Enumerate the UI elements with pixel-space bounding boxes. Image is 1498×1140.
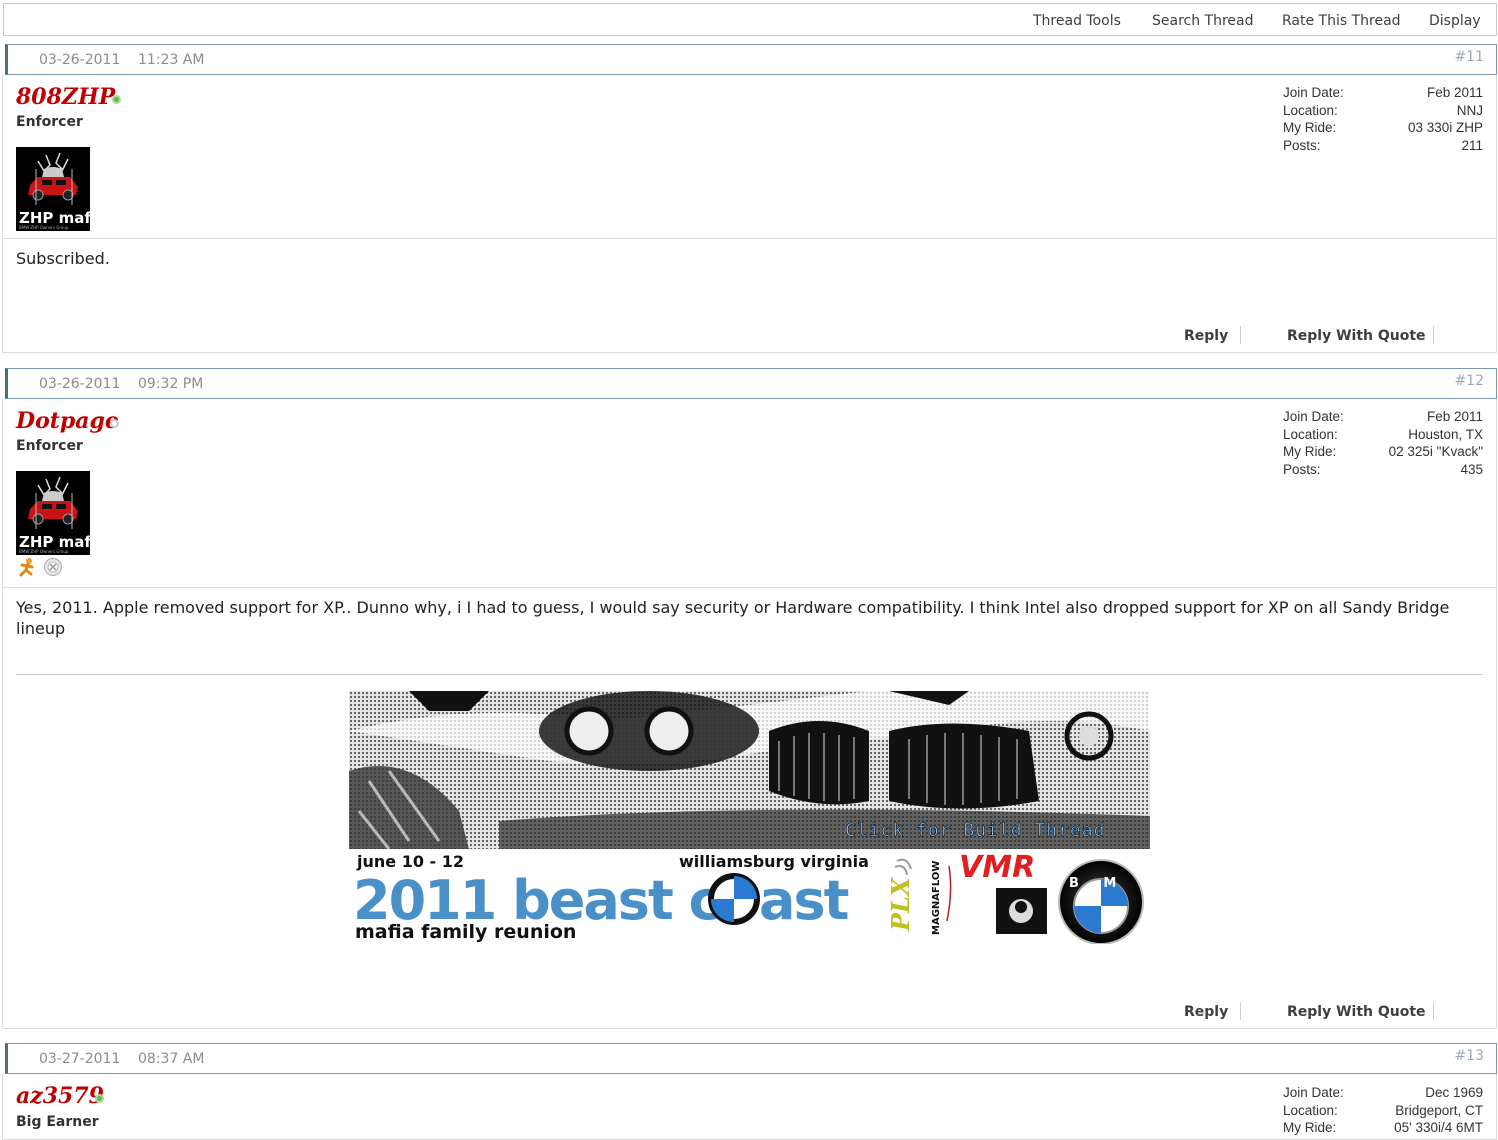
posts-value: 435 bbox=[1460, 461, 1483, 477]
user-avatar[interactable]: ZHP mafia BMW ZHP Owners Group bbox=[16, 471, 90, 555]
zhp-mafia-logo-icon: ZHP mafia BMW ZHP Owners Group bbox=[16, 147, 90, 231]
user-title: Big Earner bbox=[16, 1114, 99, 1130]
aim-icon[interactable] bbox=[17, 557, 37, 577]
event-title-suffix-text: ast bbox=[759, 869, 849, 932]
join-date-label: Join Date: bbox=[1283, 1085, 1344, 1100]
signature-banner[interactable]: Click for Build Thread june 10 - 12 will… bbox=[349, 691, 1150, 944]
signature-divider bbox=[16, 674, 1483, 675]
join-date-value: Feb 2011 bbox=[1426, 85, 1483, 100]
online-status-icon bbox=[95, 1094, 104, 1103]
join-date-label: Join Date: bbox=[1283, 409, 1344, 424]
button-separator bbox=[1433, 1002, 1434, 1020]
location-label: Location: bbox=[1283, 102, 1338, 118]
user-avatar[interactable]: ZHP mafia BMW ZHP Owners Group bbox=[16, 147, 90, 231]
button-separator bbox=[1240, 326, 1241, 344]
reply-with-quote-button[interactable]: Reply With Quote bbox=[1287, 328, 1426, 344]
my-ride-label: My Ride: bbox=[1283, 1120, 1337, 1135]
button-separator bbox=[1433, 326, 1434, 344]
magnaflow-sponsor-text: MAGNAFLOW bbox=[931, 861, 942, 935]
user-info: Join Date: Feb 2011 Location: NNJ My Ride:… bbox=[1283, 84, 1483, 154]
posts-value: 211 bbox=[1461, 137, 1483, 153]
my-ride-value: 05' 330i/4 6MT bbox=[1394, 1120, 1483, 1135]
post-divider bbox=[2, 238, 1497, 239]
reply-button[interactable]: Reply bbox=[1184, 1004, 1228, 1020]
my-ride-value: 03 330i ZHP bbox=[1407, 120, 1483, 135]
click-for-build-thread-text: Click for Build Thread bbox=[845, 820, 1105, 841]
zhp-mafia-logo-icon: ZHP mafia BMW ZHP Owners Group bbox=[16, 471, 90, 555]
user-info: Join Date: Feb 2011 Location: Houston, TX … bbox=[1283, 408, 1483, 478]
posts-label: Posts: bbox=[1283, 461, 1321, 477]
post-body bbox=[2, 1074, 1497, 1140]
location-value: Bridgeport, CT bbox=[1395, 1102, 1483, 1118]
join-date-label: Join Date: bbox=[1283, 85, 1344, 100]
post-header: 03-26-2011 09:32 PM #12 bbox=[5, 368, 1497, 399]
avatar-tag-text: BMW ZHP Owners Group bbox=[19, 549, 69, 554]
user-title: Enforcer bbox=[16, 438, 83, 454]
post-header: 03-26-2011 11:23 AM #11 bbox=[5, 44, 1497, 75]
post-date: 03-26-2011 bbox=[39, 376, 121, 392]
signature-image: Click for Build Thread june 10 - 12 will… bbox=[349, 691, 1150, 944]
button-separator bbox=[1240, 1002, 1241, 1020]
post-time: 09:32 PM bbox=[138, 376, 204, 392]
online-status-icon bbox=[112, 95, 121, 104]
offline-status-icon bbox=[110, 419, 119, 428]
post-number-link[interactable]: #13 bbox=[1454, 1048, 1484, 1064]
location-label: Location: bbox=[1283, 426, 1338, 442]
my-ride-label: My Ride: bbox=[1283, 120, 1337, 135]
post-message: Yes, 2011. Apple removed support for XP.… bbox=[16, 598, 1450, 638]
my-ride-label: My Ride: bbox=[1283, 444, 1337, 459]
location-label: Location: bbox=[1283, 1102, 1338, 1118]
post-number-link[interactable]: #11 bbox=[1454, 49, 1484, 65]
reply-button[interactable]: Reply bbox=[1184, 328, 1228, 344]
msn-icon[interactable] bbox=[42, 557, 64, 577]
join-date-value: Feb 2011 bbox=[1426, 409, 1483, 424]
username-link[interactable]: 808ZHP bbox=[16, 84, 115, 110]
reply-with-quote-button[interactable]: Reply With Quote bbox=[1287, 1004, 1426, 1020]
thread-tools-menu[interactable]: Thread Tools bbox=[1033, 13, 1121, 29]
post-date: 03-26-2011 bbox=[39, 52, 121, 68]
bmw-letters-text: B M W bbox=[1069, 876, 1150, 891]
post-time: 11:23 AM bbox=[138, 52, 205, 68]
rate-thread-menu[interactable]: Rate This Thread bbox=[1282, 13, 1401, 29]
post-number-link[interactable]: #12 bbox=[1454, 373, 1484, 389]
thread-toolbar: Thread Tools Search Thread Rate This Thr… bbox=[3, 3, 1497, 36]
post-header: 03-27-2011 08:37 AM #13 bbox=[5, 1043, 1497, 1074]
post-body bbox=[2, 75, 1497, 353]
location-value: Houston, TX bbox=[1408, 426, 1483, 442]
vmr-sponsor-text: VMR bbox=[959, 850, 1035, 885]
user-info: Join Date: Dec 1969 Location: Bridgeport, … bbox=[1283, 1084, 1483, 1137]
post-divider bbox=[2, 587, 1497, 588]
join-date-value: Dec 1969 bbox=[1425, 1085, 1483, 1100]
display-menu[interactable]: Display bbox=[1429, 13, 1481, 29]
event-subtitle-text: mafia family reunion bbox=[355, 921, 576, 943]
search-thread-menu[interactable]: Search Thread bbox=[1152, 13, 1254, 29]
post-date: 03-27-2011 bbox=[39, 1051, 121, 1067]
username-link[interactable]: az3579 bbox=[16, 1083, 104, 1109]
avatar-tag-text: BMW ZHP Owners Group bbox=[19, 225, 69, 230]
user-title: Enforcer bbox=[16, 114, 83, 130]
location-value: NNJ bbox=[1456, 102, 1483, 118]
username-link[interactable]: Dotpage bbox=[16, 408, 119, 434]
my-ride-value: 02 325i "Kvack" bbox=[1388, 444, 1483, 459]
plx-sponsor-text: PLX bbox=[886, 876, 915, 932]
post-time: 08:37 AM bbox=[138, 1051, 205, 1067]
post-message: Subscribed. bbox=[16, 249, 110, 268]
posts-label: Posts: bbox=[1283, 137, 1321, 153]
